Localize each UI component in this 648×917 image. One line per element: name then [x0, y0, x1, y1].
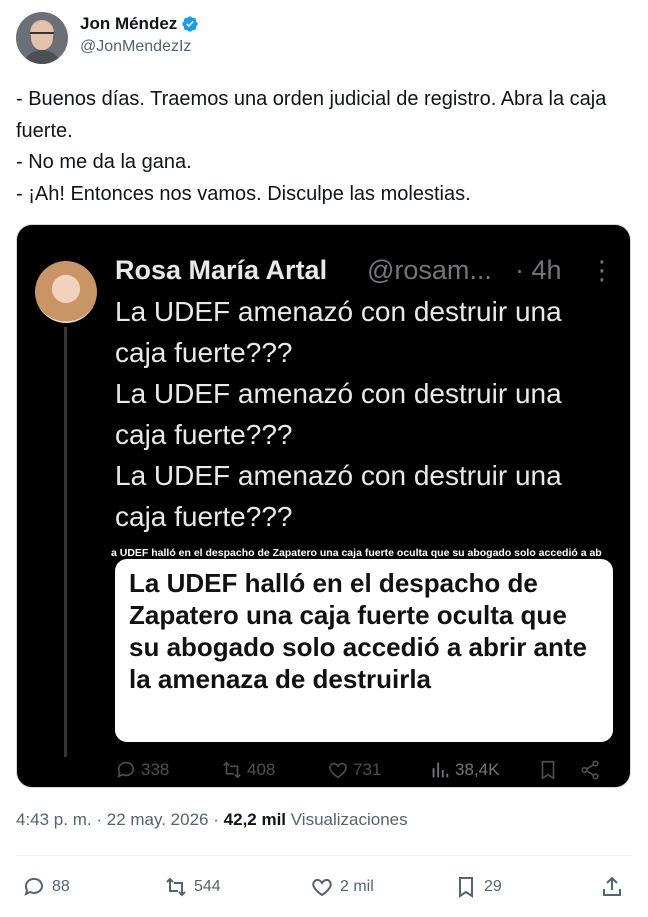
like-icon	[312, 878, 332, 897]
repost-icon	[166, 877, 186, 897]
tweet-date[interactable]: 22 may. 2026	[107, 810, 209, 829]
share-icon	[581, 760, 599, 780]
article-headline: La UDEF halló en el despacho de Zapatero…	[129, 568, 588, 694]
views-count: 42,2 mil	[223, 810, 287, 829]
tweet-line: - No me da la gana.	[16, 151, 192, 173]
thread-line	[64, 327, 67, 757]
quoted-line: La UDEF amenazó con destruir una caja fu…	[115, 378, 570, 450]
tweet-text: - Buenos días. Traemos una orden judicia…	[16, 84, 632, 210]
quoted-replies: 338	[115, 759, 169, 781]
quoted-views: 38,4K	[429, 759, 499, 781]
author-handle[interactable]: @JonMendezIz	[80, 38, 191, 56]
repost-button[interactable]: 544	[164, 875, 221, 899]
views-icon	[432, 762, 449, 778]
article-card: La UDEF halló en el despacho de Zapatero…	[115, 559, 613, 742]
tweet-line: - Buenos días. Traemos una orden judicia…	[16, 88, 612, 142]
tweet-meta: 4:43 p. m. · 22 may. 2026 · 42,2 mil Vis…	[16, 810, 408, 830]
reply-button[interactable]: 88	[22, 875, 70, 899]
quoted-author-handle: @rosam...	[367, 255, 492, 285]
repost-icon	[223, 761, 241, 779]
like-button[interactable]: 2 mil	[310, 875, 374, 899]
meta-separator: ·	[96, 810, 103, 829]
bookmark-count: 29	[484, 878, 502, 895]
quoted-time: · 4h	[515, 255, 562, 285]
share-button[interactable]	[600, 875, 624, 899]
like-count: 2 mil	[340, 878, 374, 895]
meta-separator: ·	[213, 810, 219, 829]
quoted-actions: 338 408 731 38,4K	[17, 755, 630, 785]
quoted-bookmark	[537, 759, 559, 781]
quoted-replies-count: 338	[141, 760, 170, 779]
quoted-likes: 731	[327, 759, 381, 781]
like-icon	[329, 762, 347, 779]
action-bar: 88 544 2 mil 29	[16, 872, 632, 906]
quoted-line: La UDEF amenazó con destruir una caja fu…	[115, 460, 570, 532]
reply-count: 88	[52, 878, 70, 895]
bookmark-icon	[541, 760, 555, 780]
author-name[interactable]: Jon Méndez	[80, 14, 177, 34]
quoted-reposts: 408	[221, 759, 275, 781]
quoted-line: La UDEF amenazó con destruir una caja fu…	[115, 296, 570, 368]
quoted-likes-count: 731	[353, 760, 382, 779]
share-icon	[603, 876, 621, 896]
verified-badge-icon	[182, 16, 198, 32]
quoted-author-avatar	[35, 261, 97, 323]
bookmark-button[interactable]: 29	[454, 875, 502, 899]
tweet-time[interactable]: 4:43 p. m.	[16, 810, 92, 829]
more-icon: ⋮	[589, 255, 615, 285]
author-name-row: Jon Méndez	[80, 14, 199, 34]
views-label: Visualizaciones	[290, 810, 408, 829]
quoted-text: La UDEF amenazó con destruir una caja fu…	[115, 291, 615, 537]
divider	[16, 855, 632, 856]
tweet-line: - ¡Ah! Entonces nos vamos. Disculpe las …	[16, 182, 471, 205]
reply-icon	[24, 877, 43, 896]
author-avatar[interactable]	[16, 12, 68, 64]
quoted-share	[579, 759, 601, 781]
quoted-views-count: 38,4K	[455, 760, 500, 779]
quoted-reposts-count: 408	[247, 760, 276, 779]
repost-count: 544	[194, 878, 221, 895]
tweet-media-image[interactable]: Rosa María Artal @rosam... · 4h ⋮ La UDE…	[16, 224, 631, 788]
reply-icon	[117, 761, 135, 778]
bookmark-icon	[459, 877, 473, 898]
tweet-header: Jon Méndez @JonMendezIz	[16, 10, 616, 66]
quoted-author-name: Rosa María Artal	[115, 255, 328, 285]
